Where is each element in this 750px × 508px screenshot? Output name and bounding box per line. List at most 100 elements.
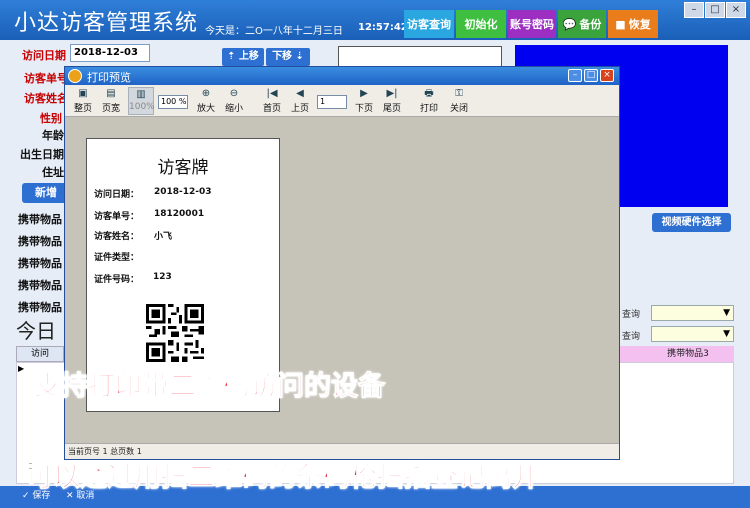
move-down-button[interactable]: 下移 ⇣ — [266, 48, 310, 66]
preview-minimize-button[interactable]: – — [568, 69, 582, 82]
init-button[interactable]: 初始化 — [456, 10, 506, 38]
prev-page-label: 上页 — [290, 104, 309, 114]
page-width-icon: ▤ — [106, 88, 116, 99]
today-label: 今日 — [16, 319, 56, 343]
caption-line-2: 可以通过用扫二维码的条码枪扫描登记离开 — [26, 462, 540, 494]
full-page-button[interactable]: ▣ 整页 — [70, 87, 96, 115]
printer-icon: 🖶 — [424, 88, 434, 99]
print-button[interactable]: 🖶 打印 — [415, 87, 443, 115]
page-100-icon: ▥ — [136, 89, 146, 100]
address-label: 住址 — [42, 166, 64, 179]
chevron-down-icon: ▼ — [723, 308, 730, 318]
zoom-input[interactable]: 100 % — [158, 95, 188, 109]
restore-button[interactable]: ■ 恢复 — [608, 10, 658, 38]
row-marker-icon: ▶ — [18, 364, 25, 373]
print-label: 打印 — [419, 104, 438, 114]
carry-item-label: 携带物品 — [18, 279, 62, 292]
time-text: 12:57:42 — [358, 22, 408, 33]
chevron-down-icon: ▼ — [723, 329, 730, 339]
header-bar: 小达访客管理系统 今天是：二O一八年十二月三日 12:57:42 访客查询 初始… — [0, 0, 750, 40]
grid-header-visit[interactable]: 访问 — [16, 346, 64, 362]
move-down-label: 下移 — [272, 51, 293, 62]
query-select[interactable]: ▼ — [651, 305, 734, 321]
page-icon: ▣ — [78, 88, 88, 99]
badge-field-label: 证件类型： — [94, 253, 140, 263]
video-hardware-button[interactable]: 视频硬件选择 — [652, 213, 731, 232]
grid-header-carry-item-3[interactable]: 携带物品3 — [642, 346, 734, 362]
close-preview-label: 关闭 — [449, 104, 468, 114]
page-width-label: 页宽 — [101, 104, 120, 114]
badge-field-label: 访问日期： — [94, 190, 140, 200]
backup-label: 备份 — [579, 18, 602, 31]
zoom-out-button[interactable]: ⊖ 缩小 — [221, 87, 247, 115]
zoom-out-icon: ⊖ — [229, 88, 239, 99]
visitor-query-button[interactable]: 访客查询 — [404, 10, 454, 38]
badge-field-value: 2018-12-03 — [154, 187, 212, 197]
query-select[interactable]: ▼ — [651, 326, 734, 342]
badge-field-value: 123 — [153, 272, 172, 282]
app-icon — [68, 69, 82, 83]
zoom-100-button[interactable]: ▥ 100% — [128, 87, 155, 115]
zoom-in-label: 放大 — [196, 104, 215, 114]
close-preview-button[interactable]: ⚿ 关闭 — [445, 87, 473, 115]
account-password-label: 账号密码 — [510, 18, 554, 31]
badge-field-label: 访客单号： — [94, 212, 140, 222]
preview-titlebar[interactable]: 打印预览 – □ × — [65, 67, 619, 85]
badge-field-value: 小飞 — [154, 232, 173, 242]
maximize-button[interactable]: □ — [705, 2, 725, 18]
age-label: 年龄 — [42, 129, 64, 142]
preview-maximize-button[interactable]: □ — [584, 69, 598, 82]
prev-page-icon: ◀ — [296, 88, 304, 99]
zoom-in-button[interactable]: ⊕ 放大 — [193, 87, 219, 115]
last-page-label: 尾页 — [382, 104, 401, 114]
prev-page-button[interactable]: ◀ 上页 — [287, 87, 313, 115]
next-page-button[interactable]: ▶ 下页 — [351, 87, 377, 115]
move-up-button[interactable]: ⇡ 上移 — [222, 48, 264, 66]
page-width-button[interactable]: ▤ 页宽 — [98, 87, 124, 115]
carry-item-label: 携带物品 — [18, 213, 62, 226]
gender-label: 性别 — [40, 112, 62, 125]
zoom-in-icon: ⊕ — [201, 88, 211, 99]
grid-header-blank[interactable] — [620, 346, 642, 362]
account-password-button[interactable]: 账号密码 — [508, 10, 556, 38]
square-icon: ■ — [615, 17, 626, 31]
preview-title: 打印预览 — [87, 71, 131, 84]
zoom-out-label: 缩小 — [224, 104, 243, 114]
app-title: 小达访客管理系统 — [14, 11, 199, 36]
minimize-button[interactable]: – — [684, 2, 704, 18]
preview-close-button[interactable]: × — [600, 69, 614, 82]
first-page-icon: |◀ — [266, 88, 278, 99]
visit-date-field[interactable]: 2018-12-03 — [70, 44, 150, 62]
visitor-no-label: 访客单号 — [24, 72, 68, 85]
first-page-button[interactable]: |◀ 首页 — [259, 87, 285, 115]
preview-toolbar: ▣ 整页 ▤ 页宽 ▥ 100% 100 % ⊕ 放大 ⊖ 缩小 |◀ 首页 ◀ 上页 1 ▶… — [65, 85, 619, 117]
backup-button[interactable]: 💬 备份 — [558, 10, 606, 38]
restore-label: 恢复 — [628, 18, 651, 31]
close-button[interactable]: × — [726, 2, 746, 18]
badge-field-label: 证件号码： — [94, 275, 140, 285]
badge-field-label: 访客姓名： — [94, 232, 140, 242]
search-input[interactable] — [338, 46, 502, 68]
first-page-label: 首页 — [262, 104, 281, 114]
badge-field-value: 18120001 — [154, 209, 205, 219]
new-button[interactable]: 新增 — [22, 183, 70, 203]
date-text: 今天是：二O一八年十二月三日 — [205, 26, 343, 37]
chat-bubble-icon: 💬 — [562, 17, 577, 31]
query-label: 查询 — [622, 310, 641, 320]
birth-date-label: 出生日期 — [20, 148, 64, 161]
carry-item-label: 携带物品 — [18, 235, 62, 248]
move-up-label: 上移 — [238, 51, 259, 62]
last-page-icon: ▶| — [386, 88, 398, 99]
qr-code-image — [146, 304, 204, 362]
page-number-input[interactable]: 1 — [317, 95, 347, 109]
key-icon: ⚿ — [455, 88, 463, 99]
carry-item-label: 携带物品 — [18, 257, 62, 270]
query-label: 查询 — [622, 332, 641, 342]
next-page-label: 下页 — [354, 104, 373, 114]
badge-title: 访客牌 — [157, 158, 209, 178]
caption-line-1: 支持打印带二维码访问的设备 — [34, 371, 386, 403]
zoom-100-label: 100% — [129, 102, 155, 112]
last-page-button[interactable]: ▶| 尾页 — [379, 87, 405, 115]
full-page-label: 整页 — [73, 104, 92, 114]
visitor-query-label: 访客查询 — [407, 18, 451, 31]
